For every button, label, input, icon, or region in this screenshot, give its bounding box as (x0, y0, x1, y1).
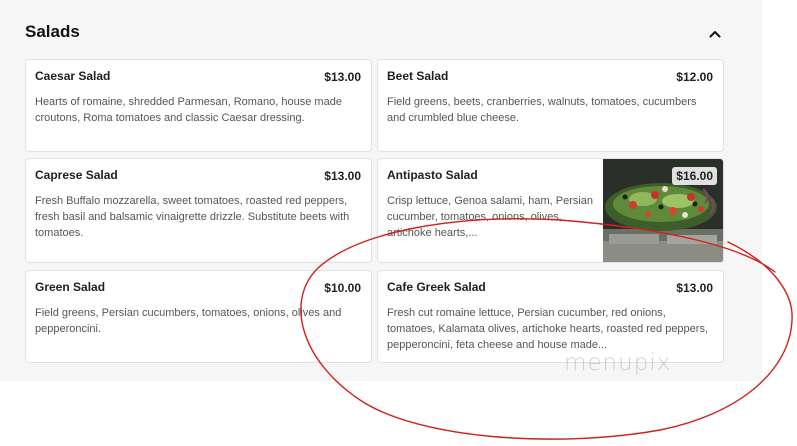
item-price: $12.00 (676, 70, 713, 84)
item-description: Hearts of romaine, shredded Parmesan, Ro… (35, 96, 342, 124)
menu-item-green-salad[interactable]: Green Salad $10.00 Field greens, Persian… (25, 270, 372, 363)
chevron-up-icon (709, 31, 721, 38)
item-price: $16.00 (672, 167, 717, 185)
collapse-button[interactable] (705, 24, 725, 44)
item-price: $13.00 (324, 169, 361, 183)
item-name: Caprese Salad (35, 168, 118, 182)
item-description: Fresh Buffalo mozzarella, sweet tomatoes… (35, 195, 350, 239)
item-name: Caesar Salad (35, 69, 111, 83)
item-description: Fresh cut romaine lettuce, Persian cucum… (387, 307, 709, 351)
menu-item-cafe-greek-salad[interactable]: Cafe Greek Salad $13.00 Fresh cut romain… (377, 270, 724, 363)
item-price: $10.00 (324, 281, 361, 295)
item-description: Field greens, beets, cranberries, walnut… (387, 96, 697, 124)
item-price: $13.00 (676, 281, 713, 295)
item-price: $13.00 (324, 70, 361, 84)
menu-item-antipasto-salad[interactable]: Antipasto Salad Crisp lettuce, Genoa sal… (377, 158, 724, 263)
watermark: menupix (564, 350, 672, 376)
section-header: Salads (25, 22, 725, 46)
menu-item-caesar-salad[interactable]: Caesar Salad $13.00 Hearts of romaine, s… (25, 59, 372, 152)
item-description: Crisp lettuce, Genoa salami, ham, Persia… (387, 195, 594, 239)
section-title: Salads (25, 22, 80, 41)
menu-item-beet-salad[interactable]: Beet Salad $12.00 Field greens, beets, c… (377, 59, 724, 152)
item-name: Cafe Greek Salad (387, 280, 486, 294)
salad-photo[interactable]: $16.00 (603, 159, 723, 262)
item-name: Green Salad (35, 280, 106, 294)
item-description: Field greens, Persian cucumbers, tomatoe… (35, 307, 342, 335)
menu-section-panel: Salads Caesar Salad $13.00 Hearts of rom… (0, 0, 762, 381)
item-name: Antipasto Salad (387, 168, 478, 182)
menu-item-caprese-salad[interactable]: Caprese Salad $13.00 Fresh Buffalo mozza… (25, 158, 372, 263)
item-name: Beet Salad (387, 69, 449, 83)
